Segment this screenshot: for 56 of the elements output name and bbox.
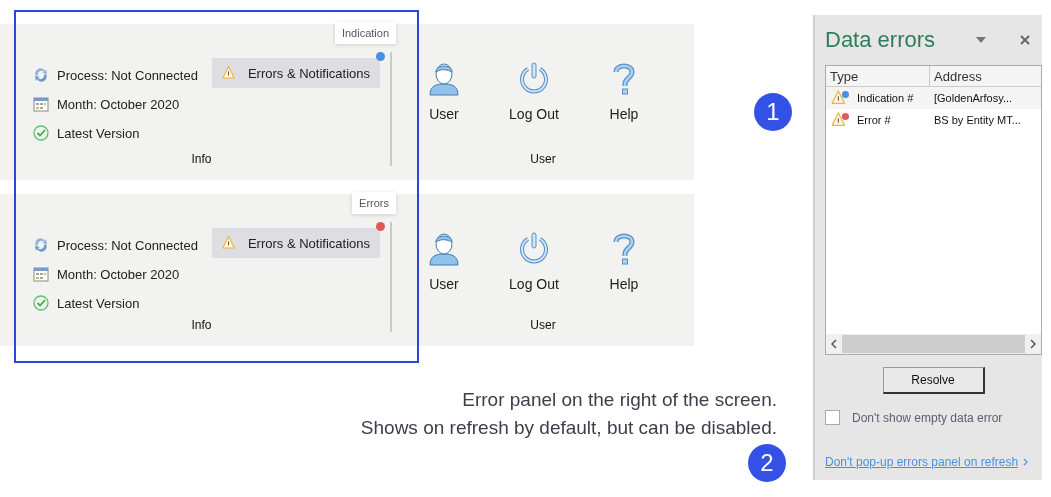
caption-text: Error panel on the right of the screen.	[462, 388, 777, 412]
status-text: Month: October 2020	[57, 96, 180, 112]
check-circle-icon	[33, 125, 49, 141]
ribbon-button[interactable]: User	[410, 208, 478, 318]
table-row[interactable]: Error # BS by Entity MT...	[826, 109, 1041, 131]
group-label: Info	[190, 318, 213, 332]
group-label: User	[529, 152, 557, 166]
column-header[interactable]: Type	[826, 66, 930, 86]
group-label: User	[529, 318, 557, 332]
caret-icon[interactable]	[976, 37, 986, 43]
status-text: Month: October 2020	[57, 266, 180, 282]
column-header[interactable]: Address	[930, 66, 986, 86]
errors-notifications-button[interactable]: Errors & Notifications	[211, 228, 380, 258]
close-icon[interactable]	[1020, 35, 1030, 45]
question-icon	[612, 62, 636, 96]
status-text: Latest Version	[57, 125, 140, 141]
chevron-icon	[1023, 458, 1029, 466]
status-text: Process: Not Connected	[57, 67, 198, 83]
caption-text: Shows on refresh by default, but can be disabled.	[360, 416, 777, 440]
ribbon-button[interactable]: User	[410, 38, 478, 152]
step-badge: 1	[754, 93, 792, 131]
status-text: Process: Not Connected	[57, 237, 198, 253]
power-icon	[518, 232, 550, 266]
warning-icon	[830, 90, 852, 106]
group-label: Info	[190, 152, 213, 166]
horizontal-scrollbar[interactable]	[826, 334, 1041, 354]
ribbon-button[interactable]: Help	[590, 38, 658, 152]
ribbon-button[interactable]: Log Out	[500, 208, 568, 318]
sync-icon	[33, 67, 49, 83]
calendar-icon	[33, 96, 49, 112]
sync-icon	[33, 237, 49, 253]
question-icon	[612, 232, 636, 266]
status-text: Latest Version	[57, 295, 140, 311]
tooltip: Indication	[334, 22, 396, 44]
step-badge: 2	[748, 444, 786, 482]
ribbon-button[interactable]: Help	[590, 208, 658, 318]
calendar-icon	[33, 266, 49, 282]
power-icon	[518, 62, 550, 96]
check-circle-icon	[33, 295, 49, 311]
table-cell: Indication #	[857, 92, 914, 104]
table-cell-text: BS by Entity MT...	[933, 114, 1022, 126]
errors-notifications-button[interactable]: Errors & Notifications	[211, 58, 380, 88]
table-row[interactable]: Indication # [GoldenArfosy...	[826, 87, 1041, 109]
checkbox[interactable]	[825, 410, 840, 425]
panel-title: Data errors	[825, 27, 936, 53]
table-cell-text: [GoldenArfosy...	[933, 92, 1014, 104]
ribbon-button[interactable]: Log Out	[500, 38, 568, 152]
user-icon	[428, 62, 460, 96]
warning-icon	[830, 112, 852, 128]
resolve-button[interactable]: Resolve	[882, 367, 985, 394]
user-icon	[428, 232, 460, 266]
scroll-right-icon[interactable]	[1030, 339, 1036, 349]
tooltip: Errors	[352, 192, 396, 214]
table-cell: Error #	[857, 114, 891, 126]
checkbox-label: Don't show empty data error	[852, 410, 1003, 425]
scroll-left-icon[interactable]	[831, 339, 837, 349]
